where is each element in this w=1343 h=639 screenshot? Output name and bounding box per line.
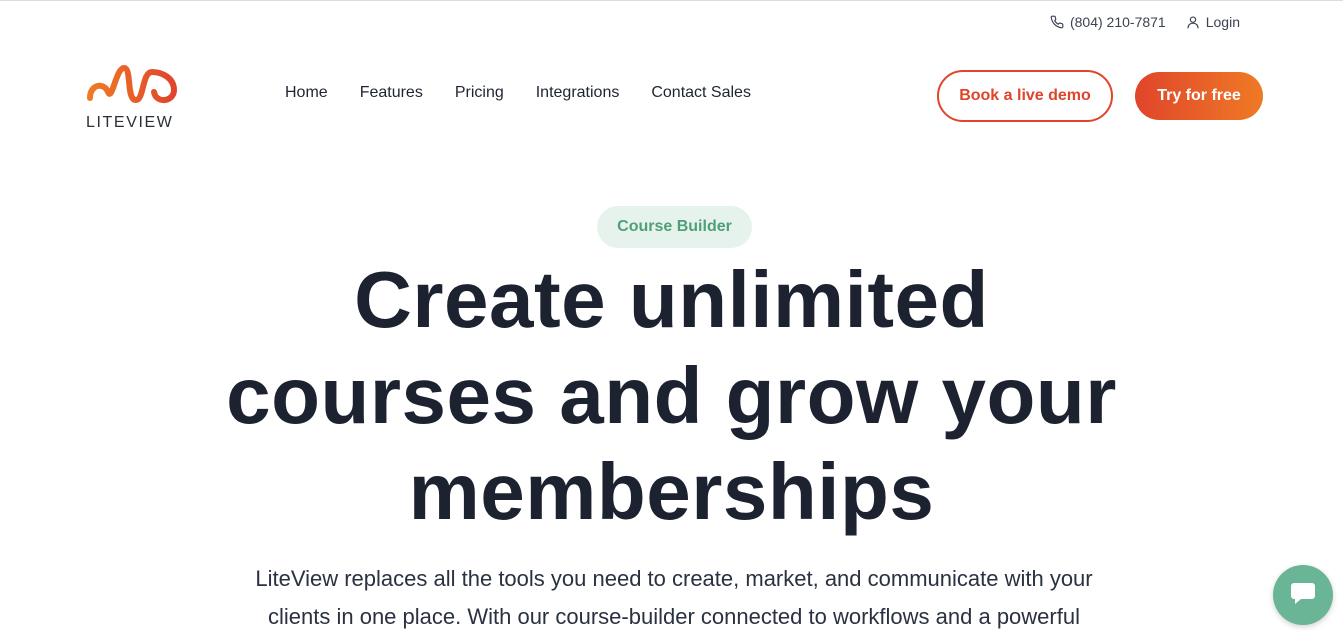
hero-headline: Create unlimited courses and grow your m… — [0, 252, 1343, 540]
description-line: LiteView replaces all the tools you need… — [255, 566, 1093, 591]
nav-item-contact-sales[interactable]: Contact Sales — [651, 84, 751, 102]
nav-item-pricing[interactable]: Pricing — [455, 84, 504, 102]
main-nav: Home Features Pricing Integrations Conta… — [285, 84, 751, 102]
chat-icon — [1288, 578, 1318, 613]
top-divider — [0, 0, 1343, 1]
headline-line: memberships — [408, 447, 935, 536]
user-icon — [1186, 15, 1200, 29]
phone-number: (804) 210-7871 — [1069, 14, 1166, 30]
headline-line: courses and grow your — [226, 351, 1117, 440]
try-free-button[interactable]: Try for free — [1135, 72, 1263, 120]
hero-description: LiteView replaces all the tools you need… — [170, 560, 1178, 636]
description-line: clients in one place. With our course-bu… — [268, 604, 1080, 629]
chat-widget-button[interactable] — [1273, 565, 1333, 625]
phone-icon — [1050, 15, 1064, 29]
phone-link[interactable]: (804) 210-7871 — [1050, 14, 1166, 30]
logo-wordmark: LITEVIEW — [86, 114, 174, 131]
nav-item-features[interactable]: Features — [360, 84, 423, 102]
liteview-logo[interactable]: LITEVIEW — [86, 60, 178, 132]
book-demo-button[interactable]: Book a live demo — [937, 70, 1113, 122]
headline-line: Create unlimited — [354, 255, 989, 344]
section-badge: Course Builder — [597, 206, 752, 248]
utility-bar: (804) 210-7871 Login — [1050, 14, 1240, 30]
logo-mark-icon — [87, 65, 177, 103]
login-link[interactable]: Login — [1186, 14, 1240, 30]
nav-item-home[interactable]: Home — [285, 84, 328, 102]
login-label: Login — [1205, 14, 1240, 30]
nav-item-integrations[interactable]: Integrations — [536, 84, 620, 102]
